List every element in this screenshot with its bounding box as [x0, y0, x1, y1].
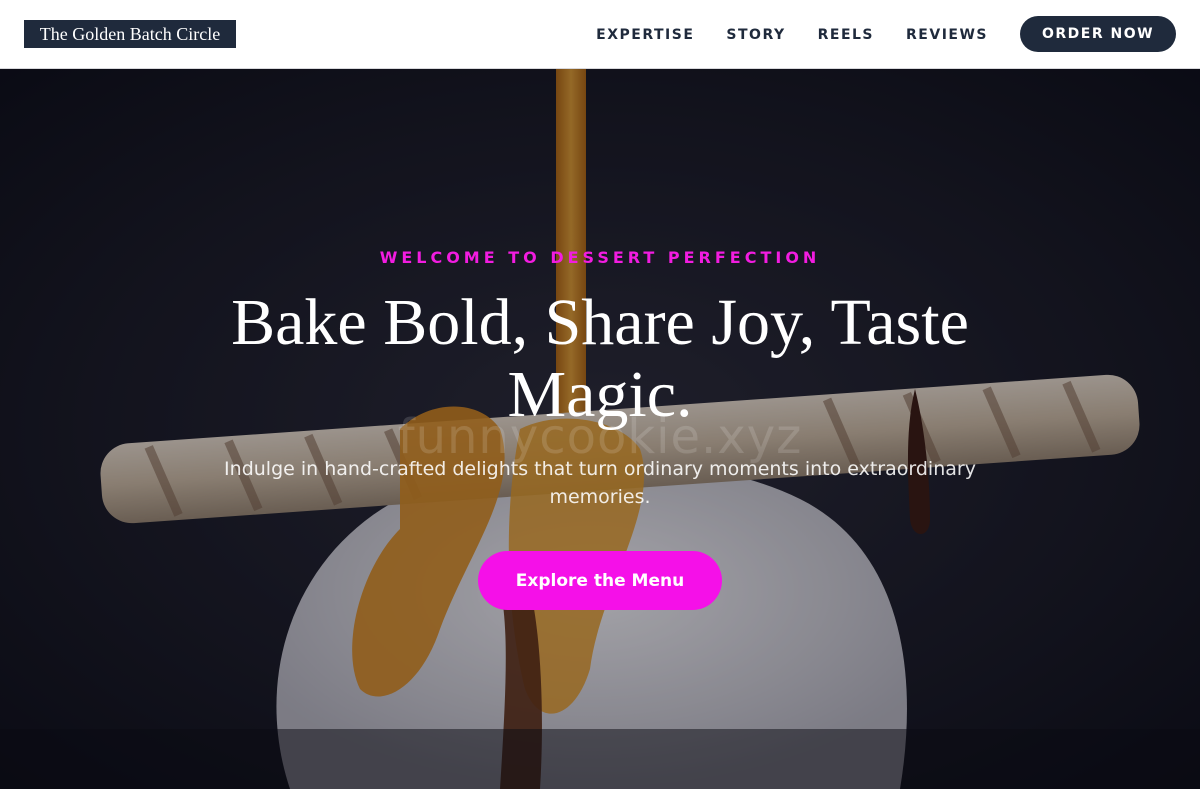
explore-menu-button[interactable]: Explore the Menu	[478, 551, 722, 610]
nav-link-reels[interactable]: REELS	[818, 27, 874, 43]
nav-link-reviews[interactable]: REVIEWS	[906, 27, 988, 43]
hero-section: funnycookie.xyz WELCOME TO DESSERT PERFE…	[0, 69, 1200, 789]
main-nav: EXPERTISE STORY REELS REVIEWS	[596, 0, 988, 69]
hero-headline: Bake Bold, Share Joy, Taste Magic.	[231, 286, 969, 431]
order-now-button[interactable]: ORDER NOW	[1020, 16, 1176, 52]
hero-subheading: Indulge in hand-crafted delights that tu…	[224, 458, 976, 508]
brand-logo[interactable]: The Golden Batch Circle	[24, 20, 236, 48]
nav-link-story[interactable]: STORY	[726, 27, 785, 43]
hero-eyebrow: WELCOME TO DESSERT PERFECTION	[379, 248, 821, 267]
nav-link-expertise[interactable]: EXPERTISE	[596, 27, 694, 43]
top-navbar: The Golden Batch Circle EXPERTISE STORY …	[0, 0, 1200, 69]
page-bottom-edge	[0, 789, 1200, 800]
